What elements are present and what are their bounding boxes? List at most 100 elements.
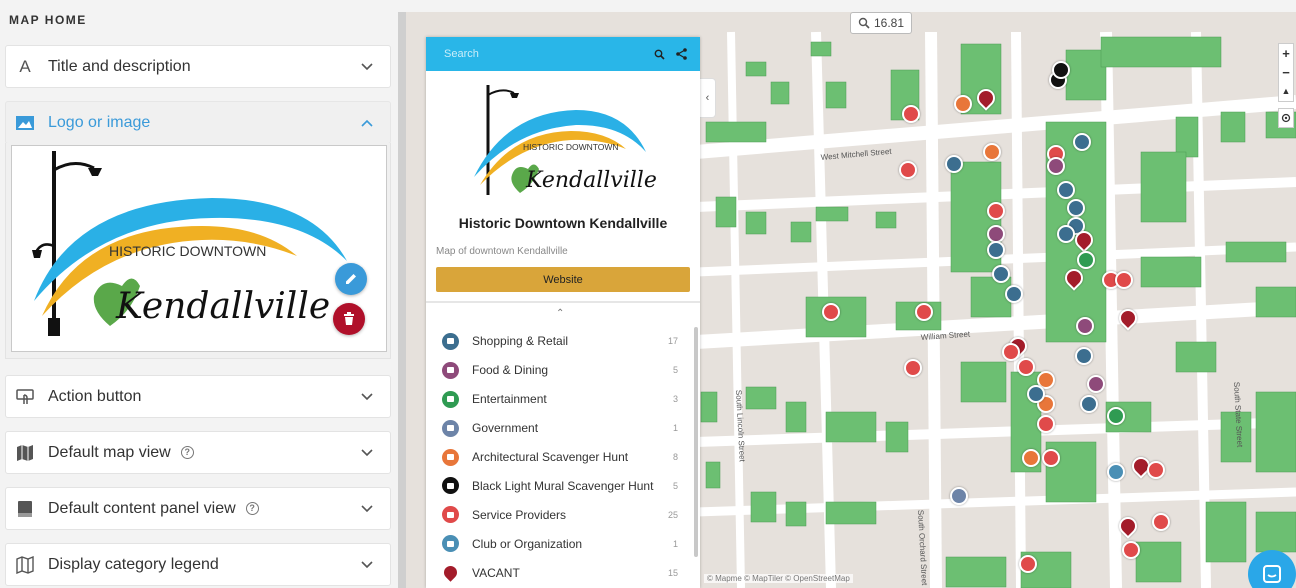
- poi-marker-icon[interactable]: [1057, 181, 1075, 199]
- category-legend: Shopping & Retail 17 Food & Dining 5 Enterta…: [426, 327, 694, 587]
- category-marker-icon: [441, 563, 460, 582]
- section-logo-image[interactable]: Logo or image: [5, 101, 391, 144]
- map-description: Map of downtown Kendallville: [436, 246, 568, 257]
- poi-marker-icon[interactable]: [1017, 358, 1035, 376]
- section-title-description[interactable]: A Title and description: [5, 45, 391, 88]
- poi-marker-icon[interactable]: [1107, 463, 1125, 481]
- poi-marker-icon[interactable]: [1077, 251, 1095, 269]
- poi-marker-icon[interactable]: [915, 303, 933, 321]
- legend-item[interactable]: Government 1: [426, 414, 694, 443]
- category-name: VACANT: [472, 565, 520, 580]
- poi-marker-icon[interactable]: [1152, 513, 1170, 531]
- category-name: Entertainment: [472, 392, 547, 407]
- chat-icon: [1263, 565, 1281, 583]
- chevron-down-icon[interactable]: [352, 448, 382, 457]
- poi-marker-icon[interactable]: [1052, 61, 1070, 79]
- website-button[interactable]: Website: [436, 267, 690, 292]
- poi-marker-icon[interactable]: [983, 143, 1001, 161]
- legend-item[interactable]: VACANT 15: [426, 558, 694, 587]
- search-icon[interactable]: [648, 43, 670, 65]
- section-default-map-view[interactable]: Default map view?: [5, 431, 391, 474]
- poi-marker-icon[interactable]: [1107, 407, 1125, 425]
- legend-item[interactable]: Food & Dining 5: [426, 356, 694, 385]
- poi-marker-icon[interactable]: [1115, 271, 1133, 289]
- compass-icon[interactable]: ▲: [1282, 82, 1291, 101]
- category-name: Government: [472, 421, 539, 436]
- category-marker-icon: [442, 535, 459, 553]
- delete-logo-button[interactable]: [333, 303, 365, 335]
- poi-marker-icon[interactable]: [1047, 157, 1065, 175]
- category-count: 1: [672, 538, 678, 549]
- poi-marker-icon[interactable]: [1147, 461, 1165, 479]
- poi-marker-icon[interactable]: [950, 487, 968, 505]
- poi-marker-icon[interactable]: [1076, 317, 1094, 335]
- section-label: Default content panel view?: [48, 500, 352, 518]
- chevron-down-icon[interactable]: [352, 504, 382, 513]
- category-name: Club or Organization: [472, 536, 583, 551]
- section-display-category-legend[interactable]: Display category legend: [5, 543, 391, 586]
- poi-marker-icon[interactable]: [1122, 541, 1140, 559]
- edit-logo-button[interactable]: [335, 263, 367, 295]
- collapse-panel-button[interactable]: ‹: [700, 78, 716, 118]
- poi-marker-icon[interactable]: [1002, 343, 1020, 361]
- chevron-down-icon[interactable]: [352, 560, 382, 569]
- poi-marker-icon[interactable]: [1005, 285, 1023, 303]
- category-marker-icon: [442, 419, 459, 437]
- poi-marker-icon[interactable]: [904, 359, 922, 377]
- poi-marker-icon[interactable]: [945, 155, 963, 173]
- zoom-level-badge: 16.81: [850, 12, 913, 34]
- poi-marker-icon[interactable]: [822, 303, 840, 321]
- map-canvas[interactable]: West Mitchell Street William Street Sout…: [406, 12, 1296, 588]
- poi-marker-icon[interactable]: [1057, 225, 1075, 243]
- category-count: 1: [672, 423, 678, 434]
- panel-divider[interactable]: [398, 12, 406, 588]
- help-icon[interactable]: ?: [245, 501, 259, 515]
- category-name: Shopping & Retail: [472, 334, 569, 349]
- legend-item[interactable]: Entertainment 3: [426, 385, 694, 414]
- category-marker-icon: [442, 390, 459, 408]
- help-icon[interactable]: ?: [180, 445, 194, 459]
- legend-item[interactable]: Club or Organization 1: [426, 529, 694, 558]
- poi-marker-icon[interactable]: [1075, 347, 1093, 365]
- poi-marker-icon[interactable]: [1037, 415, 1055, 433]
- svg-text:Kendallville: Kendallville: [525, 168, 657, 193]
- crosshair-icon: [1281, 113, 1291, 123]
- poi-marker-icon[interactable]: [954, 95, 972, 113]
- map-icon: [14, 443, 36, 463]
- chevron-down-icon[interactable]: [352, 62, 382, 71]
- poi-marker-icon[interactable]: [1042, 449, 1060, 467]
- locate-button[interactable]: [1278, 108, 1294, 128]
- poi-marker-icon[interactable]: [992, 265, 1010, 283]
- map-attribution: © Mapme © MapTiler © OpenStreetMap: [704, 574, 853, 583]
- poi-marker-icon[interactable]: [1073, 133, 1091, 151]
- section-default-content-panel-view[interactable]: Default content panel view?: [5, 487, 391, 530]
- chevron-up-icon[interactable]: [352, 119, 382, 127]
- poi-marker-icon[interactable]: [1067, 199, 1085, 217]
- legend-item[interactable]: Architectural Scavenger Hunt 8: [426, 443, 694, 472]
- poi-marker-icon[interactable]: [1019, 555, 1037, 573]
- poi-marker-icon[interactable]: [987, 202, 1005, 220]
- category-count: 5: [672, 365, 678, 376]
- legend-item[interactable]: Service Providers 25: [426, 500, 694, 529]
- chevron-up-icon[interactable]: ⌃: [556, 308, 564, 319]
- legend-item[interactable]: Shopping & Retail 17: [426, 327, 694, 356]
- poi-marker-icon[interactable]: [1087, 375, 1105, 393]
- legend-scrollbar[interactable]: [694, 327, 698, 557]
- content-panel: HISTORIC DOWNTOWN Kendallville Historic …: [426, 37, 700, 588]
- chevron-down-icon[interactable]: [352, 392, 382, 401]
- section-action-button[interactable]: Action button: [5, 375, 391, 418]
- legend-item[interactable]: Black Light Mural Scavenger Hunt 5: [426, 471, 694, 500]
- zoom-in-button[interactable]: +: [1282, 44, 1290, 63]
- trash-icon: [344, 312, 354, 325]
- share-icon[interactable]: [670, 43, 692, 65]
- poi-marker-icon[interactable]: [987, 241, 1005, 259]
- poi-marker-icon[interactable]: [1027, 385, 1045, 403]
- zoom-out-button[interactable]: −: [1282, 63, 1290, 82]
- poi-marker-icon[interactable]: [902, 105, 920, 123]
- category-count: 8: [672, 452, 678, 462]
- poi-marker-icon[interactable]: [899, 161, 917, 179]
- poi-marker-icon[interactable]: [1022, 449, 1040, 467]
- poi-marker-icon[interactable]: [1080, 395, 1098, 413]
- search-input[interactable]: [444, 48, 648, 60]
- category-marker-icon: [442, 477, 459, 495]
